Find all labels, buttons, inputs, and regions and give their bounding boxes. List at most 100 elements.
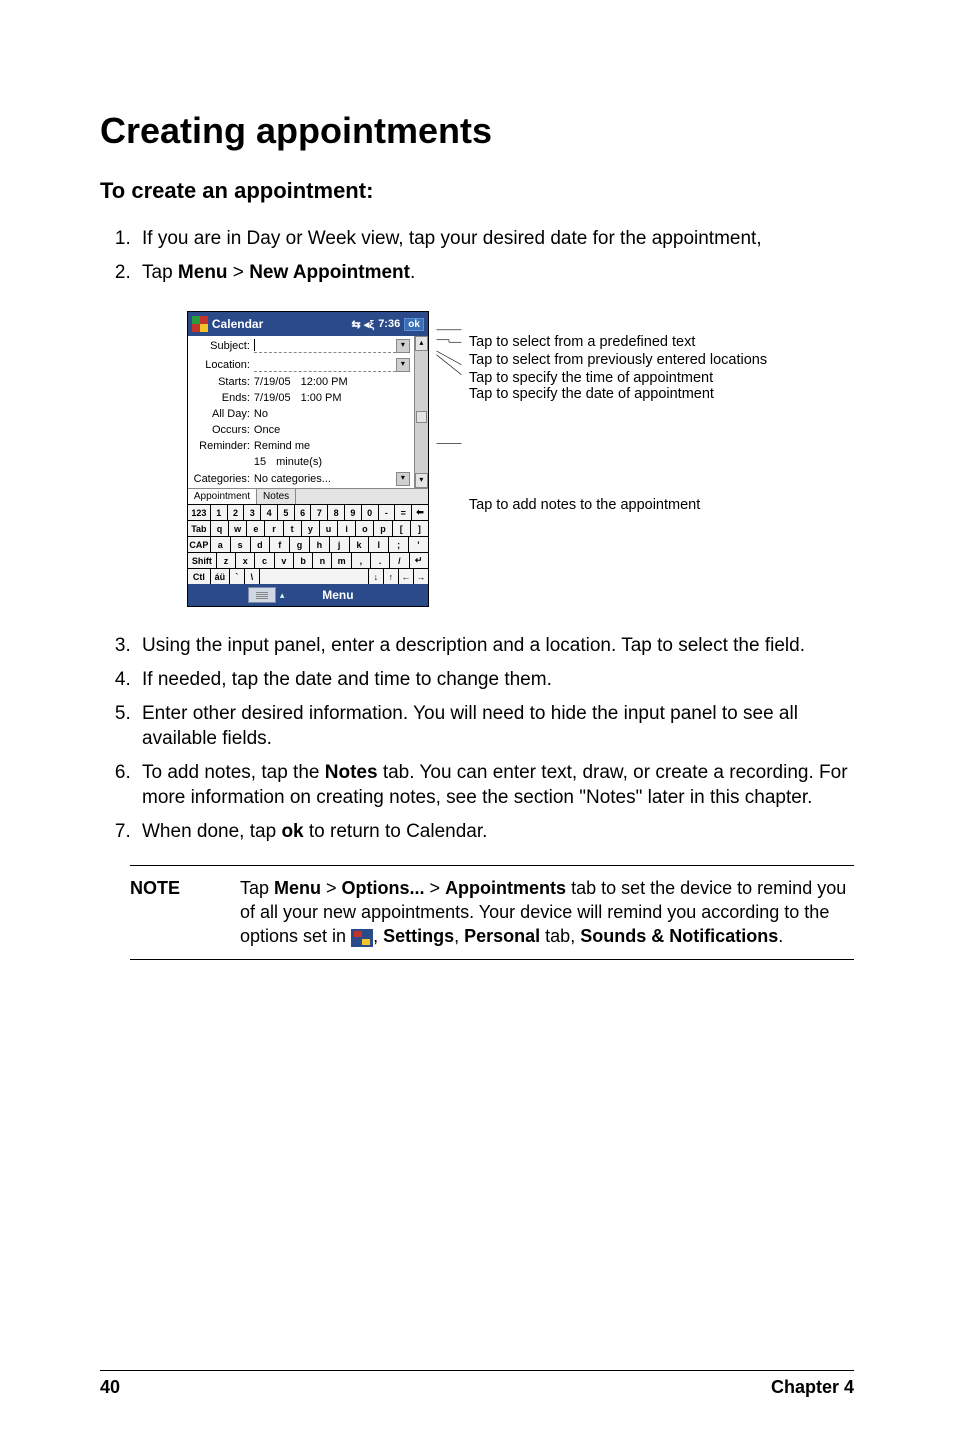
key[interactable]: l (369, 537, 389, 552)
scroll-thumb[interactable] (416, 411, 427, 423)
key[interactable]: 1 (211, 505, 228, 520)
key[interactable]: 7 (311, 505, 328, 520)
key-ctl[interactable]: Ctl (188, 569, 211, 584)
key[interactable]: 2 (228, 505, 245, 520)
reminder-number[interactable]: 15 (254, 456, 266, 468)
location-label: Location: (192, 359, 250, 371)
menu-softkey[interactable]: Menu (322, 588, 353, 602)
key[interactable]: g (290, 537, 310, 552)
key[interactable]: d (251, 537, 271, 552)
key[interactable]: 6 (295, 505, 312, 520)
key[interactable]: x (236, 553, 255, 568)
key[interactable]: k (350, 537, 370, 552)
soft-keyboard[interactable]: 123 1 2 3 4 5 6 7 8 9 0 - = ⬅ (188, 504, 428, 584)
scroll-up-icon[interactable]: ▴ (415, 336, 428, 351)
key[interactable]: z (217, 553, 236, 568)
key-right[interactable]: → (414, 569, 428, 584)
key[interactable]: w (229, 521, 247, 536)
key[interactable]: u (320, 521, 338, 536)
key-shift[interactable]: Shift (188, 553, 217, 568)
sip-arrow-icon[interactable]: ▴ (280, 590, 285, 601)
note-label: NOTE (130, 876, 240, 949)
form-area: Subject: ▾ Location: ▾ Starts: (188, 336, 414, 488)
key[interactable]: r (265, 521, 283, 536)
key[interactable]: [ (393, 521, 411, 536)
key[interactable]: 4 (261, 505, 278, 520)
annotations: Tap to select from a predefined text Tap… (429, 311, 767, 513)
key-tab[interactable]: Tab (188, 521, 211, 536)
key[interactable]: ; (389, 537, 409, 552)
key[interactable]: t (284, 521, 302, 536)
key[interactable]: - (379, 505, 396, 520)
key[interactable]: v (275, 553, 294, 568)
scroll-down-icon[interactable]: ▾ (415, 473, 428, 488)
note-text: Tap Menu > Options... > Appointments tab… (240, 876, 854, 949)
occurs-value[interactable]: Once (254, 424, 280, 436)
categories-dropdown-icon[interactable]: ▾ (396, 472, 410, 486)
key[interactable]: s (231, 537, 251, 552)
key[interactable]: m (332, 553, 351, 568)
tab-appointment[interactable]: Appointment (188, 489, 257, 504)
key[interactable]: o (356, 521, 374, 536)
ok-button[interactable]: ok (404, 318, 424, 331)
key[interactable]: ` (230, 569, 245, 584)
annotation-notes: Tap to add notes to the appointment (469, 497, 767, 513)
key[interactable]: i (338, 521, 356, 536)
annotation-subject: Tap to select from a predefined text (469, 334, 767, 350)
key-accent[interactable]: áü (211, 569, 230, 584)
key[interactable]: y (302, 521, 320, 536)
categories-value[interactable]: No categories... (254, 473, 331, 485)
key-enter[interactable]: ↵ (410, 553, 428, 568)
key-backspace[interactable]: ⬅ (412, 505, 428, 520)
key[interactable]: 9 (345, 505, 362, 520)
key[interactable]: ] (411, 521, 428, 536)
scrollbar[interactable]: ▴ ▾ (414, 336, 428, 488)
reminder-unit[interactable]: minute(s) (276, 456, 322, 468)
key-cap[interactable]: CAP (188, 537, 211, 552)
keyboard-toggle-icon[interactable] (248, 587, 276, 603)
chapter-label: Chapter 4 (771, 1377, 854, 1398)
key[interactable]: 0 (362, 505, 379, 520)
key[interactable]: 8 (328, 505, 345, 520)
key[interactable]: , (352, 553, 371, 568)
key[interactable]: b (294, 553, 313, 568)
starts-date[interactable]: 7/19/05 (254, 376, 291, 388)
key[interactable]: 3 (244, 505, 261, 520)
key[interactable]: c (255, 553, 274, 568)
key[interactable]: 5 (278, 505, 295, 520)
key[interactable]: ' (409, 537, 428, 552)
key[interactable]: h (310, 537, 330, 552)
key[interactable]: q (211, 521, 229, 536)
annotation-location: Tap to select from previously entered lo… (469, 352, 767, 368)
key[interactable]: n (313, 553, 332, 568)
callout-lines-icon (429, 311, 469, 511)
figure: Calendar ⇆ ◂ξ 7:36 ok Subject: ▾ Locatio… (100, 311, 854, 607)
key[interactable]: a (211, 537, 231, 552)
location-input[interactable] (254, 357, 396, 372)
start-icon[interactable] (192, 316, 208, 332)
key[interactable]: . (371, 553, 390, 568)
subject-dropdown-icon[interactable]: ▾ (396, 339, 410, 353)
key-left[interactable]: ← (399, 569, 414, 584)
key[interactable]: e (247, 521, 265, 536)
tab-notes[interactable]: Notes (257, 489, 296, 504)
key[interactable]: \ (245, 569, 260, 584)
key-down[interactable]: ↓ (369, 569, 384, 584)
key[interactable]: / (390, 553, 409, 568)
key[interactable]: j (330, 537, 350, 552)
ends-time[interactable]: 1:00 PM (301, 392, 342, 404)
page-number: 40 (100, 1377, 120, 1398)
subject-label: Subject: (192, 340, 250, 352)
starts-time[interactable]: 12:00 PM (301, 376, 348, 388)
key[interactable]: = (395, 505, 412, 520)
key[interactable]: f (270, 537, 290, 552)
reminder-value[interactable]: Remind me (254, 440, 310, 452)
key-up[interactable]: ↑ (384, 569, 399, 584)
key[interactable]: p (374, 521, 392, 536)
key-space[interactable] (260, 569, 369, 584)
allday-value[interactable]: No (254, 408, 268, 420)
key-123[interactable]: 123 (188, 505, 211, 520)
ends-date[interactable]: 7/19/05 (254, 392, 291, 404)
location-dropdown-icon[interactable]: ▾ (396, 358, 410, 372)
subject-input[interactable] (254, 338, 396, 353)
